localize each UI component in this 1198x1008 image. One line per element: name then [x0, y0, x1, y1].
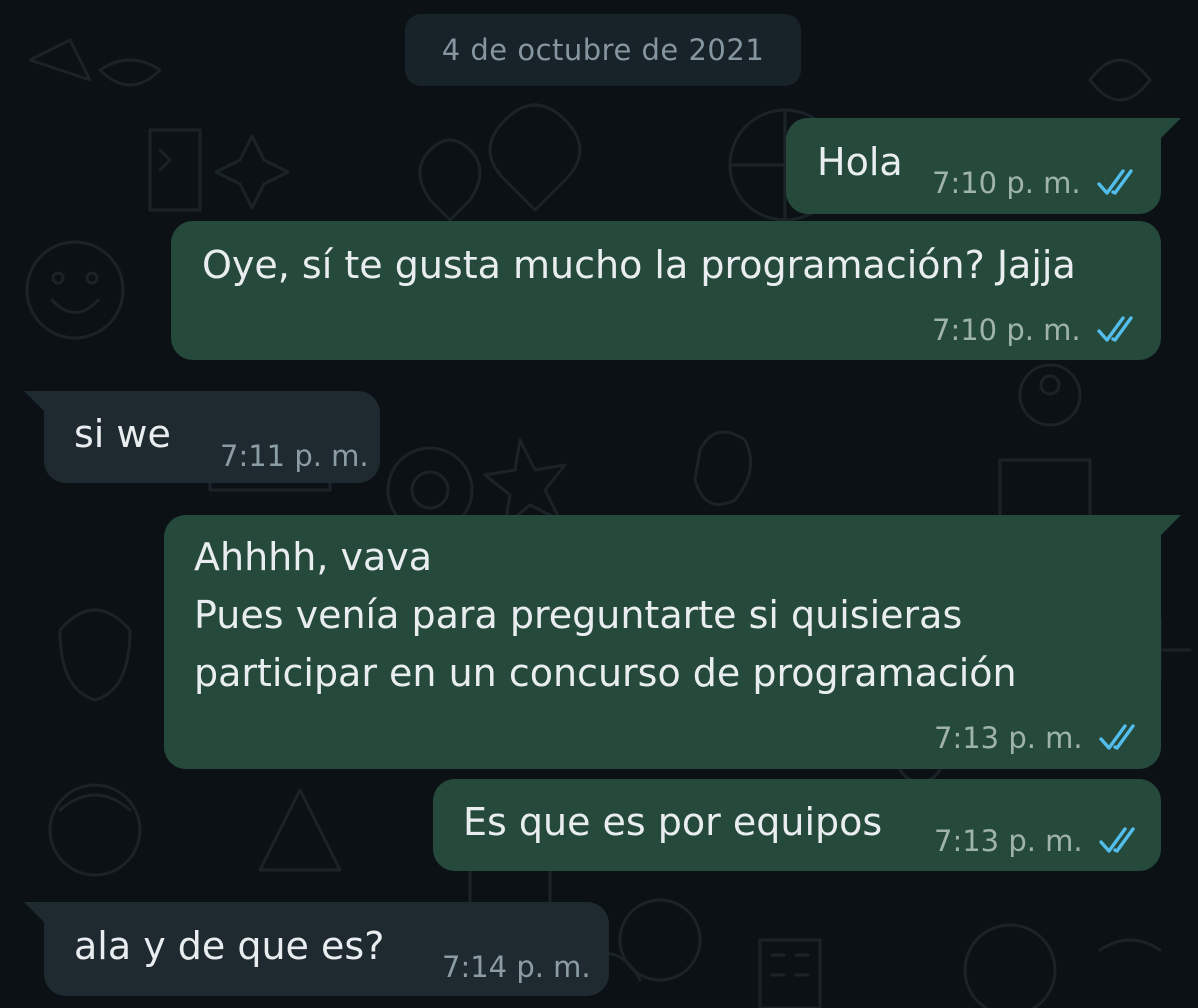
message-time: 7:11 p. m.: [220, 439, 369, 473]
bubble-tail: [24, 902, 46, 924]
message-text-line: Ahhhh, vava: [194, 535, 433, 579]
double-check-read-icon: [1096, 316, 1133, 342]
incoming-message[interactable]: ala y de que es? 7:14 p. m.: [24, 902, 609, 996]
outgoing-message[interactable]: Ahhhh, vava Pues venía para preguntarte …: [164, 515, 1181, 769]
message-text: Es que es por equipos: [463, 800, 883, 844]
message-time: 7:10 p. m.: [932, 166, 1081, 200]
message-time: 7:13 p. m.: [934, 824, 1083, 858]
message-text: Hola: [817, 140, 903, 184]
message-meta: 7:11 p. m.: [220, 439, 369, 473]
outgoing-message[interactable]: Hola 7:10 p. m.: [786, 118, 1181, 214]
message-meta: 7:10 p. m.: [932, 313, 1141, 347]
bubble-tail: [24, 391, 46, 413]
double-check-read-icon: [1096, 169, 1133, 195]
bubble-tail: [1159, 118, 1181, 140]
message-meta: 7:14 p. m.: [442, 950, 591, 984]
message-time: 7:14 p. m.: [442, 950, 591, 984]
message-text-line: participar en un concurso de programació…: [194, 651, 1017, 695]
message-text: Oye, sí te gusta mucho la programación? …: [202, 243, 1076, 287]
date-separator: 4 de octubre de 2021: [405, 14, 801, 86]
message-meta: 7:10 p. m.: [932, 166, 1141, 200]
outgoing-message[interactable]: Es que es por equipos 7:13 p. m.: [433, 779, 1161, 871]
message-text: ala y de que es?: [74, 924, 385, 968]
message-time: 7:10 p. m.: [932, 313, 1081, 347]
double-check-read-icon: [1098, 827, 1135, 853]
incoming-message[interactable]: si we 7:11 p. m.: [24, 391, 380, 483]
message-text: si we: [74, 412, 171, 456]
message-meta: 7:13 p. m.: [934, 721, 1143, 755]
bubble-tail: [1159, 515, 1181, 537]
message-text-line: Pues venía para preguntarte si quisieras: [194, 593, 963, 637]
message-meta: 7:13 p. m.: [934, 824, 1143, 858]
message-time: 7:13 p. m.: [934, 721, 1083, 755]
outgoing-message[interactable]: Oye, sí te gusta mucho la programación? …: [171, 221, 1161, 360]
chat-view[interactable]: 4 de octubre de 2021 Hola 7:10 p. m. Oye…: [0, 0, 1198, 1008]
double-check-read-icon: [1098, 724, 1135, 750]
